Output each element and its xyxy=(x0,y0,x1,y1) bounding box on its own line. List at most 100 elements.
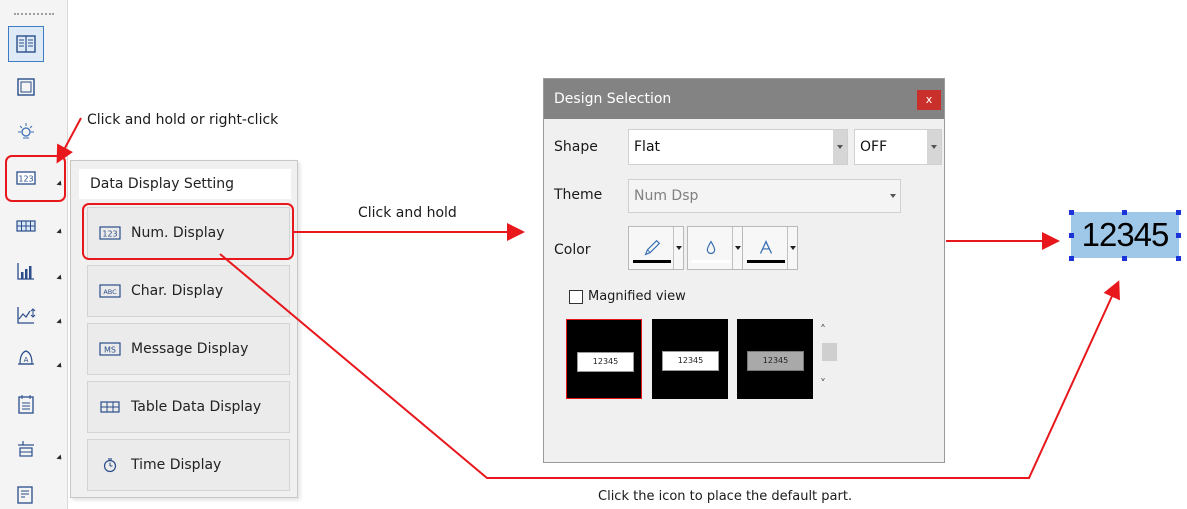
table-data-display-label: Table Data Display xyxy=(131,399,262,415)
message-display-item[interactable]: MS Message Display xyxy=(87,323,290,375)
trend-graph-expand-arrow[interactable] xyxy=(56,318,64,326)
placed-part-text: 12345 xyxy=(1081,216,1170,253)
selection-handle[interactable] xyxy=(1122,210,1127,215)
screen-library-icon xyxy=(16,35,36,53)
parts-toolbar: 123 A xyxy=(0,0,68,509)
shape-select[interactable]: Flat xyxy=(628,129,848,165)
num-display-highlight xyxy=(82,203,294,260)
report-button[interactable] xyxy=(8,476,44,509)
screen-library-button[interactable] xyxy=(8,26,44,62)
design-thumbnail-2[interactable]: 12345 xyxy=(652,319,728,399)
scrollbar-thumb[interactable] xyxy=(822,343,837,361)
dialog-titlebar[interactable]: Design Selection xyxy=(544,79,944,119)
close-button[interactable]: x xyxy=(917,90,941,110)
table-data-display-item[interactable]: Table Data Display xyxy=(87,381,290,433)
window-button[interactable] xyxy=(8,69,44,105)
shape-value: Flat xyxy=(634,139,661,155)
data-display-highlight xyxy=(5,155,66,202)
trend-graph-icon xyxy=(17,307,36,324)
selection-handle[interactable] xyxy=(1176,233,1181,238)
design-selection-dialog: Design Selection x Shape Flat OFF Theme … xyxy=(543,78,945,463)
keypad-expand-arrow[interactable] xyxy=(56,228,64,236)
line-color-button[interactable] xyxy=(628,226,684,270)
close-icon: x xyxy=(925,93,933,106)
fill-color-swatch xyxy=(692,260,730,263)
chevron-down-icon xyxy=(675,246,682,250)
magnified-view-label: Magnified view xyxy=(588,289,686,304)
selection-handle[interactable] xyxy=(1122,256,1127,261)
time-display-item[interactable]: Time Display xyxy=(87,439,290,491)
font-color-dropdown[interactable] xyxy=(787,227,797,269)
sampling-icon xyxy=(18,441,34,457)
fill-color-button[interactable] xyxy=(687,226,743,270)
theme-value: Num Dsp xyxy=(634,188,699,204)
sampling-button[interactable] xyxy=(8,432,44,468)
theme-label: Theme xyxy=(554,187,603,203)
dialog-title: Design Selection xyxy=(554,91,672,107)
message-display-icon: MS xyxy=(98,341,122,357)
table-data-display-icon xyxy=(98,399,122,415)
fill-color-dropdown[interactable] xyxy=(732,227,742,269)
design-thumbnail-2-text: 12345 xyxy=(662,351,719,371)
window-icon xyxy=(17,78,35,96)
report-icon xyxy=(17,486,33,504)
design-thumbnail-1[interactable]: 12345 xyxy=(566,319,642,399)
chevron-down-icon xyxy=(837,145,843,149)
chevron-down-icon xyxy=(931,145,937,149)
lamp-icon xyxy=(18,123,34,139)
bar-graph-button[interactable] xyxy=(8,253,44,289)
alarm-button[interactable]: A xyxy=(8,340,44,376)
line-color-swatch xyxy=(633,260,671,263)
selection-handle[interactable] xyxy=(1069,256,1074,261)
char-display-item[interactable]: ABC Char. Display xyxy=(87,265,290,317)
selection-handle[interactable] xyxy=(1069,233,1074,238)
design-thumbnail-1-text: 12345 xyxy=(577,352,634,372)
svg-text:A: A xyxy=(24,356,29,364)
shape-option-dropdown-button[interactable] xyxy=(927,130,941,164)
shape-dropdown-button[interactable] xyxy=(833,130,847,164)
lamp-button[interactable] xyxy=(8,113,44,149)
selection-handle[interactable] xyxy=(1176,210,1181,215)
keypad-button[interactable] xyxy=(8,208,44,244)
font-color-swatch xyxy=(747,260,785,263)
calendar-icon xyxy=(18,395,34,414)
color-label: Color xyxy=(554,242,591,258)
theme-select[interactable]: Num Dsp xyxy=(628,179,901,213)
shape-option-value: OFF xyxy=(860,139,888,155)
font-color-button[interactable] xyxy=(742,226,798,270)
shape-label: Shape xyxy=(554,139,598,155)
calendar-button[interactable] xyxy=(8,386,44,422)
char-display-label: Char. Display xyxy=(131,283,224,299)
svg-text:MS: MS xyxy=(104,346,116,355)
time-display-label: Time Display xyxy=(131,457,222,473)
bar-graph-icon xyxy=(17,263,34,280)
message-display-label: Message Display xyxy=(131,341,249,357)
design-thumbnail-3[interactable]: 12345 xyxy=(737,319,813,399)
chevron-down-icon xyxy=(789,246,796,250)
right-click-instruction: Click and hold or right-click xyxy=(87,112,279,128)
bar-graph-expand-arrow[interactable] xyxy=(56,274,64,282)
toolbar-grip[interactable] xyxy=(14,13,54,15)
chevron-down-icon xyxy=(734,246,741,250)
scroll-down-icon[interactable]: ˅ xyxy=(820,377,826,391)
popup-title: Data Display Setting xyxy=(79,169,291,199)
time-display-icon xyxy=(98,457,122,473)
sampling-expand-arrow[interactable] xyxy=(56,454,64,462)
chevron-down-icon xyxy=(890,194,896,198)
char-display-icon: ABC xyxy=(98,283,122,299)
shape-option-select[interactable]: OFF xyxy=(854,129,942,165)
selection-handle[interactable] xyxy=(1069,210,1074,215)
click-and-hold-instruction: Click and hold xyxy=(358,205,457,221)
alarm-expand-arrow[interactable] xyxy=(56,362,64,370)
theme-dropdown-button[interactable] xyxy=(886,180,900,212)
keypad-icon xyxy=(16,220,36,232)
design-thumbnail-3-text: 12345 xyxy=(747,351,804,371)
magnified-view-checkbox[interactable] xyxy=(569,290,583,304)
line-color-dropdown[interactable] xyxy=(673,227,683,269)
trend-graph-button[interactable] xyxy=(8,297,44,333)
svg-text:ABC: ABC xyxy=(103,288,117,296)
selection-handle[interactable] xyxy=(1176,256,1181,261)
scroll-up-icon[interactable]: ˄ xyxy=(820,323,826,337)
alarm-icon: A xyxy=(18,350,34,365)
place-default-instruction: Click the icon to place the default part… xyxy=(598,489,853,504)
